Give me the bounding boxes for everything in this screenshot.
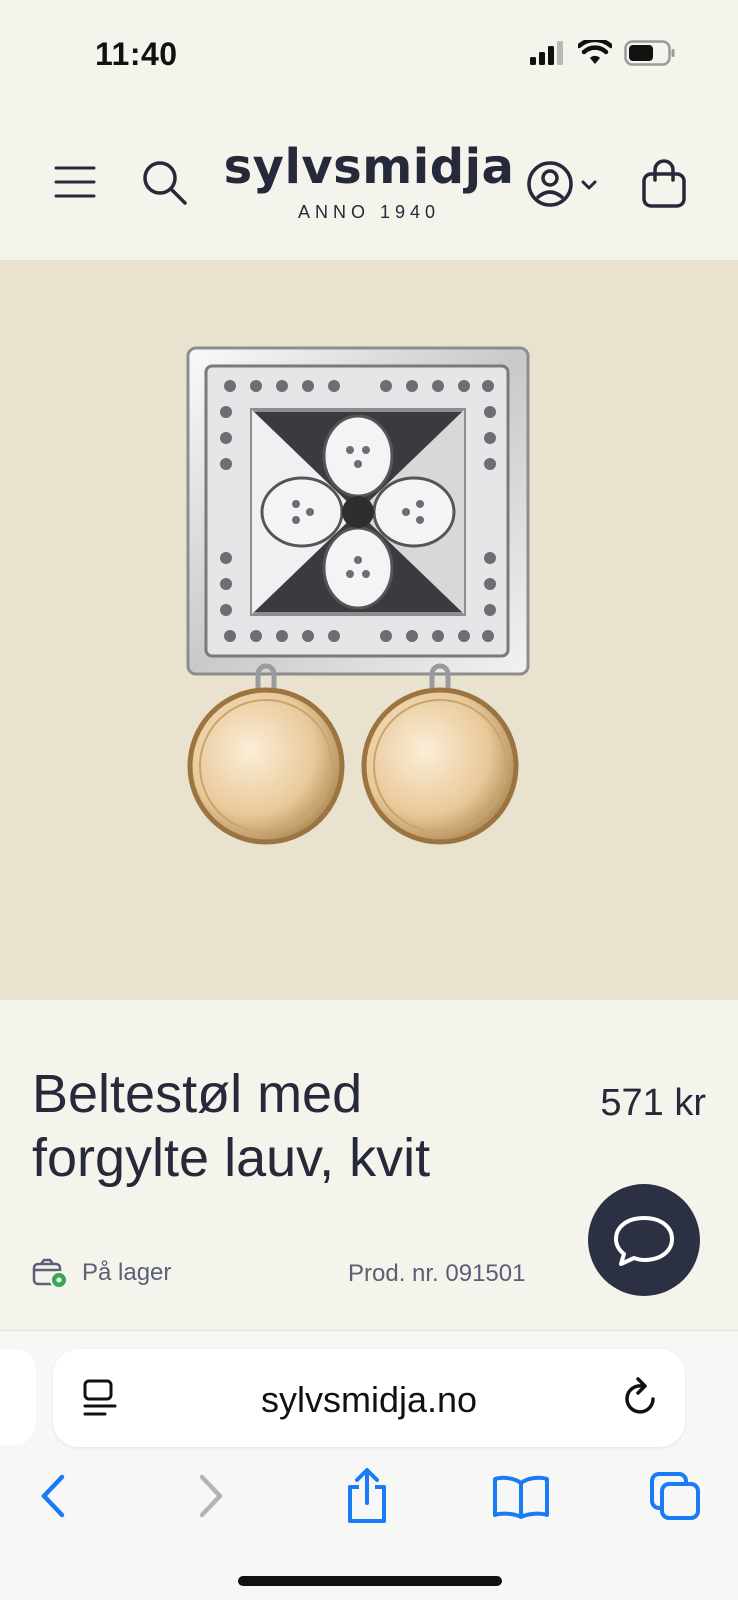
in-stock-icon bbox=[32, 1258, 68, 1288]
site-header: sylvsmidja ANNO 1940 bbox=[0, 108, 738, 260]
status-time: 11:40 bbox=[95, 36, 178, 72]
stock-status: På lager bbox=[32, 1258, 171, 1288]
chevron-down-icon bbox=[581, 180, 597, 190]
belt-buckle-image bbox=[186, 346, 530, 845]
status-bar: 11:40 bbox=[0, 0, 738, 108]
logo-tagline: ANNO 1940 bbox=[297, 202, 441, 222]
account-icon bbox=[527, 161, 597, 207]
product-image[interactable] bbox=[0, 260, 738, 1000]
forward-button[interactable] bbox=[176, 1461, 246, 1531]
cart-button[interactable] bbox=[638, 156, 690, 212]
share-button[interactable] bbox=[332, 1461, 402, 1531]
product-number: Prod. nr. 091501 bbox=[348, 1260, 526, 1287]
cellular-signal-icon bbox=[530, 41, 563, 65]
back-icon bbox=[41, 1474, 65, 1518]
bookmarks-icon bbox=[493, 1475, 549, 1519]
chat-bubble-icon bbox=[614, 1216, 674, 1266]
wifi-icon bbox=[578, 40, 612, 64]
product-price: 571 kr bbox=[600, 1082, 706, 1124]
battery-icon bbox=[624, 40, 675, 66]
status-icons bbox=[530, 40, 676, 66]
product-title: Beltestøl med forgylte lauv, kvit bbox=[32, 1064, 431, 1188]
account-button[interactable] bbox=[524, 156, 604, 212]
chat-button[interactable] bbox=[588, 1184, 700, 1296]
tabs-button[interactable] bbox=[640, 1461, 710, 1531]
reload-icon[interactable] bbox=[621, 1375, 661, 1419]
logo-wordmark: sylvsmidja bbox=[223, 139, 515, 195]
back-button[interactable] bbox=[18, 1461, 88, 1531]
bookmarks-button[interactable] bbox=[486, 1461, 556, 1531]
tabs-icon bbox=[650, 1472, 700, 1520]
forward-icon bbox=[199, 1474, 223, 1518]
browser-toolbar: sylvsmidja.no bbox=[0, 1330, 738, 1600]
browser-nav-row bbox=[0, 1461, 738, 1541]
address-bar[interactable]: sylvsmidja.no bbox=[53, 1349, 685, 1447]
stock-label: På lager bbox=[82, 1259, 172, 1286]
previous-tab-peek[interactable] bbox=[0, 1349, 36, 1445]
share-icon bbox=[348, 1468, 386, 1523]
url-text: sylvsmidja.no bbox=[260, 1379, 478, 1420]
shopping-bag-icon bbox=[642, 159, 686, 208]
home-indicator[interactable] bbox=[238, 1576, 502, 1586]
site-logo[interactable]: sylvsmidja ANNO 1940 bbox=[0, 138, 738, 223]
